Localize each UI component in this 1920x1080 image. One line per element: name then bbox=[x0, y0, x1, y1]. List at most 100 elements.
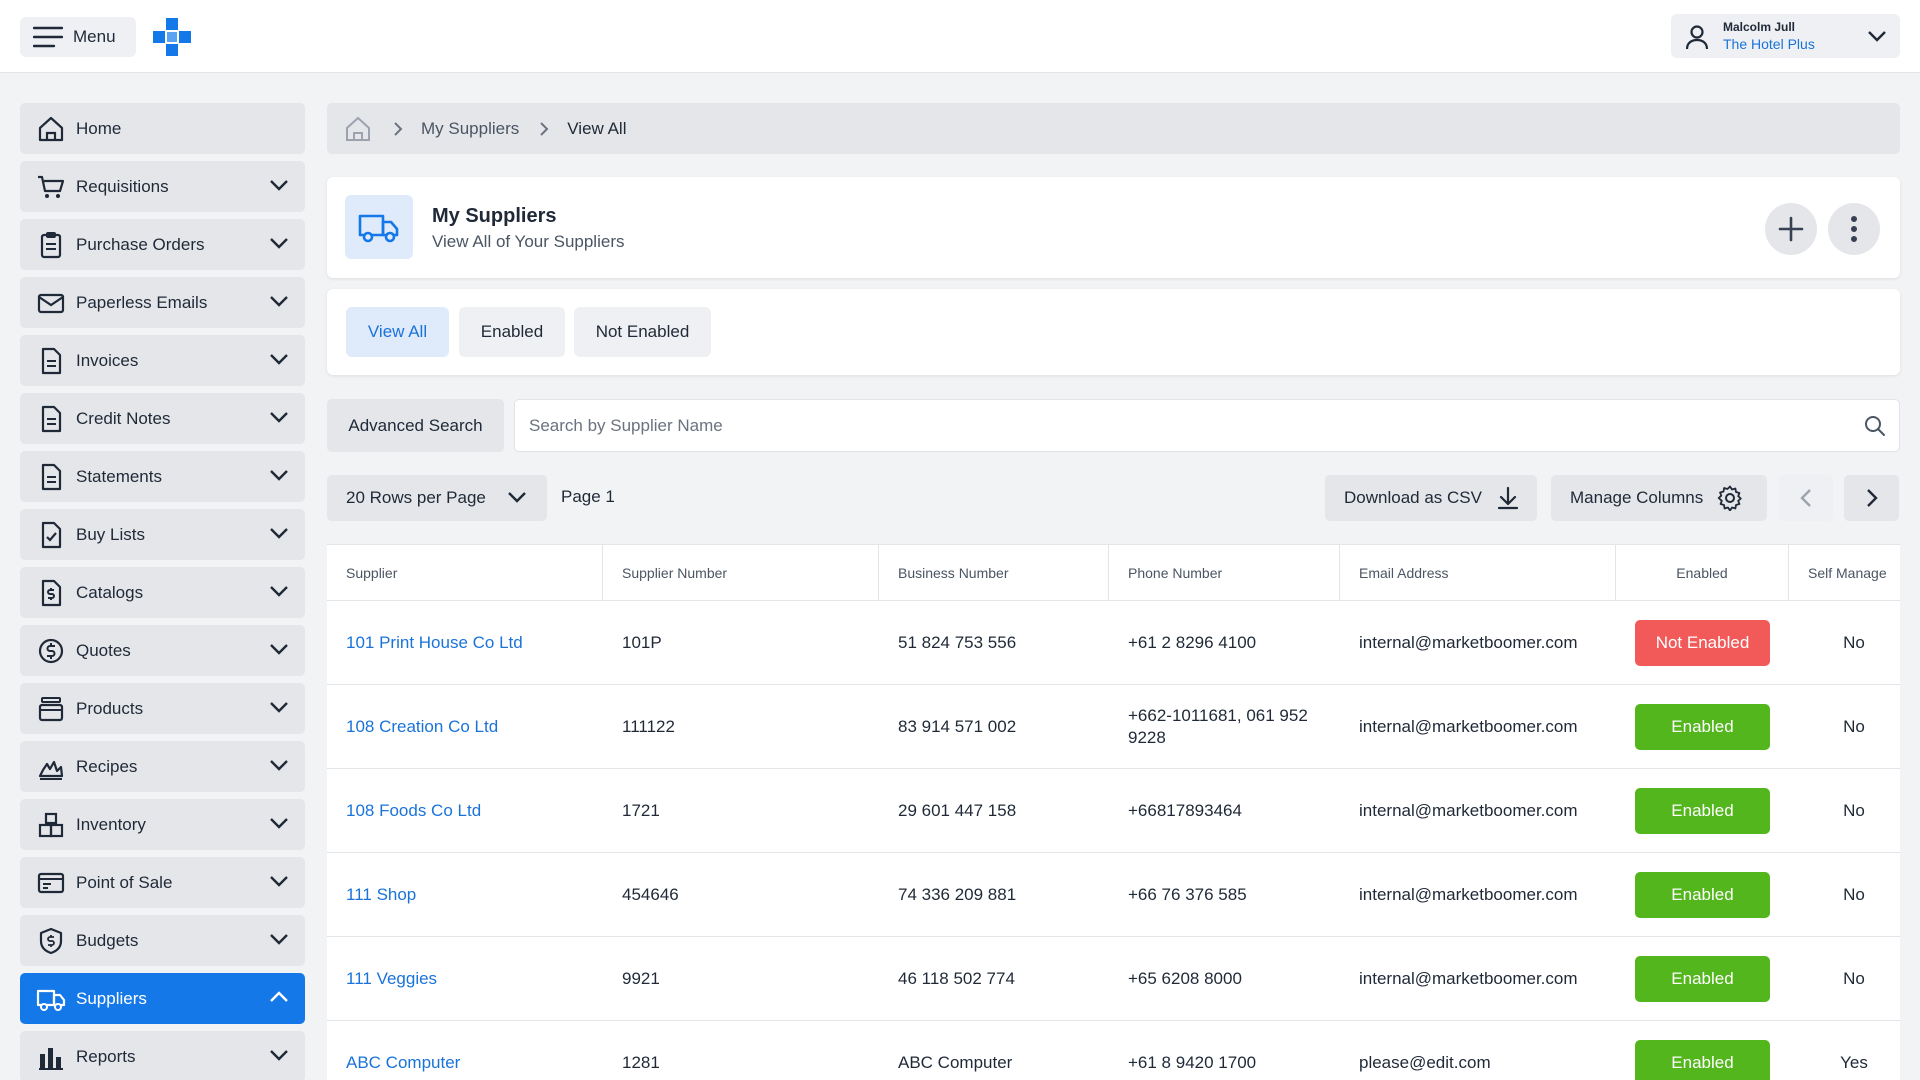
self-managed-value: Yes bbox=[1840, 1053, 1868, 1072]
supplier-name-link[interactable]: 111 Shop bbox=[327, 853, 603, 937]
supplier-name-link[interactable]: 108 Foods Co Ltd bbox=[327, 769, 603, 853]
self-managed-value: No bbox=[1843, 633, 1865, 652]
search-icon[interactable] bbox=[1863, 414, 1887, 438]
self-managed-value: No bbox=[1843, 801, 1865, 820]
sidebar-item-label: Catalogs bbox=[76, 582, 144, 602]
user-menu[interactable]: Malcolm Jull The Hotel Plus bbox=[1671, 14, 1900, 58]
table-row[interactable]: 101 Print House Co Ltd 101P 51 824 753 556… bbox=[327, 601, 1900, 685]
sidebar-item-reports[interactable]: Reports bbox=[20, 1031, 305, 1080]
sidebar-item-purchase-orders[interactable]: Purchase Orders bbox=[20, 219, 305, 270]
table-row[interactable]: ABC Computer 1281 ABC Computer +61 8 9420 1… bbox=[327, 1021, 1900, 1080]
more-options-button[interactable] bbox=[1828, 203, 1880, 255]
chevron-down-icon bbox=[269, 641, 289, 657]
column-header-phone-number[interactable]: Phone Number bbox=[1109, 545, 1340, 601]
tab-not-enabled[interactable]: Not Enabled bbox=[574, 307, 711, 357]
status-badge[interactable]: Enabled bbox=[1635, 872, 1770, 918]
user-organization: The Hotel Plus bbox=[1723, 36, 1815, 52]
business-number: 74 336 209 881 bbox=[898, 885, 1017, 904]
advanced-search-button[interactable]: Advanced Search bbox=[327, 399, 504, 452]
sidebar-item-point-of-sale[interactable]: Point of Sale bbox=[20, 857, 305, 908]
document-icon bbox=[36, 346, 66, 376]
download-csv-button[interactable]: Download as CSV bbox=[1325, 475, 1537, 521]
status-badge[interactable]: Not Enabled bbox=[1635, 620, 1770, 666]
home-icon[interactable] bbox=[343, 114, 373, 144]
sidebar-item-requisitions[interactable]: Requisitions bbox=[20, 161, 305, 212]
sidebar-item-catalogs[interactable]: Catalogs bbox=[20, 567, 305, 618]
breadcrumb: My Suppliers View All bbox=[327, 103, 1900, 154]
supplier-number: 1721 bbox=[622, 801, 660, 820]
chevron-right-icon bbox=[1865, 488, 1879, 508]
chevron-right-icon bbox=[393, 121, 403, 137]
dollar-circle-icon bbox=[36, 636, 66, 666]
column-header-business-number[interactable]: Business Number bbox=[879, 545, 1109, 601]
status-badge[interactable]: Enabled bbox=[1635, 1040, 1770, 1080]
sidebar-item-quotes[interactable]: Quotes bbox=[20, 625, 305, 676]
sidebar-item-suppliers[interactable]: Suppliers bbox=[20, 973, 305, 1024]
column-header-email-address[interactable]: Email Address bbox=[1340, 545, 1616, 601]
top-bar: Menu Malcolm Jull The Hotel Plus bbox=[0, 0, 1920, 73]
menu-button[interactable]: Menu bbox=[20, 17, 136, 57]
add-supplier-button[interactable] bbox=[1765, 203, 1817, 255]
table-row[interactable]: 108 Creation Co Ltd 111122 83 914 571 002 +… bbox=[327, 685, 1900, 769]
envelope-icon bbox=[36, 288, 66, 318]
status-badge[interactable]: Enabled bbox=[1635, 788, 1770, 834]
sidebar-nav: Home Requisitions Purchase Orders Paperless… bbox=[20, 103, 305, 1080]
status-badge[interactable]: Enabled bbox=[1635, 956, 1770, 1002]
column-header-self-managed[interactable]: Self Manage bbox=[1789, 545, 1900, 601]
previous-page-button[interactable] bbox=[1778, 475, 1833, 521]
page-indicator: Page 1 bbox=[561, 487, 615, 506]
supplier-name-link[interactable]: 108 Creation Co Ltd bbox=[327, 685, 603, 769]
tab-view-all[interactable]: View All bbox=[346, 307, 449, 357]
sidebar-item-home[interactable]: Home bbox=[20, 103, 305, 154]
supplier-name-link[interactable]: ABC Computer bbox=[327, 1021, 603, 1080]
sidebar-item-recipes[interactable]: Recipes bbox=[20, 741, 305, 792]
sidebar-item-label: Recipes bbox=[76, 756, 138, 776]
sidebar-item-invoices[interactable]: Invoices bbox=[20, 335, 305, 386]
chevron-down-icon bbox=[269, 757, 289, 773]
table-row[interactable]: 111 Veggies 9921 46 118 502 774 +65 6208 80… bbox=[327, 937, 1900, 1021]
column-header-enabled[interactable]: Enabled bbox=[1616, 545, 1789, 601]
supplier-number: 1281 bbox=[622, 1053, 660, 1072]
table-row[interactable]: 108 Foods Co Ltd 1721 29 601 447 158 +66817… bbox=[327, 769, 1900, 853]
sidebar-item-credit-notes[interactable]: Credit Notes bbox=[20, 393, 305, 444]
manage-columns-label: Manage Columns bbox=[1570, 488, 1704, 507]
gear-icon bbox=[1703, 485, 1743, 511]
sidebar-item-statements[interactable]: Statements bbox=[20, 451, 305, 502]
supplier-name-link[interactable]: 111 Veggies bbox=[327, 937, 603, 1021]
table-row[interactable]: 111 Shop 454646 74 336 209 881 +66 76 376 5… bbox=[327, 853, 1900, 937]
bar-chart-icon bbox=[36, 1042, 66, 1072]
tab-enabled[interactable]: Enabled bbox=[459, 307, 565, 357]
sidebar-item-budgets[interactable]: Budgets bbox=[20, 915, 305, 966]
page-title: My Suppliers bbox=[432, 205, 557, 227]
sidebar-item-label: Credit Notes bbox=[76, 408, 171, 428]
email-address: please@edit.com bbox=[1359, 1053, 1491, 1072]
rows-per-page-select[interactable]: 20 Rows per Page bbox=[327, 475, 547, 521]
business-number: 46 118 502 774 bbox=[898, 969, 1015, 988]
sidebar-item-label: Suppliers bbox=[76, 988, 147, 1008]
shield-dollar-icon bbox=[36, 926, 66, 956]
self-managed-value: No bbox=[1843, 969, 1865, 988]
manage-columns-button[interactable]: Manage Columns bbox=[1551, 475, 1767, 521]
sidebar-item-inventory[interactable]: Inventory bbox=[20, 799, 305, 850]
column-header-supplier[interactable]: Supplier bbox=[327, 545, 603, 601]
sidebar-item-label: Products bbox=[76, 698, 144, 718]
self-managed-value: No bbox=[1843, 885, 1865, 904]
column-header-supplier-number[interactable]: Supplier Number bbox=[603, 545, 879, 601]
status-badge[interactable]: Enabled bbox=[1635, 704, 1770, 750]
download-label: Download as CSV bbox=[1344, 488, 1482, 507]
sidebar-item-paperless-emails[interactable]: Paperless Emails bbox=[20, 277, 305, 328]
pos-card-icon bbox=[36, 868, 66, 898]
supplier-name-link[interactable]: 101 Print House Co Ltd bbox=[327, 601, 603, 685]
chevron-down-icon bbox=[269, 583, 289, 599]
next-page-button[interactable] bbox=[1844, 475, 1899, 521]
chevron-down-icon bbox=[269, 177, 289, 193]
products-icon bbox=[36, 694, 66, 724]
chevron-down-icon bbox=[269, 525, 289, 541]
sidebar-item-buy-lists[interactable]: Buy Lists bbox=[20, 509, 305, 560]
clipboard-icon bbox=[36, 230, 66, 260]
breadcrumb-my-suppliers[interactable]: My Suppliers bbox=[421, 119, 519, 139]
search-input[interactable] bbox=[529, 400, 1829, 451]
sidebar-item-label: Point of Sale bbox=[76, 872, 173, 892]
app-logo[interactable] bbox=[151, 17, 193, 57]
sidebar-item-products[interactable]: Products bbox=[20, 683, 305, 734]
